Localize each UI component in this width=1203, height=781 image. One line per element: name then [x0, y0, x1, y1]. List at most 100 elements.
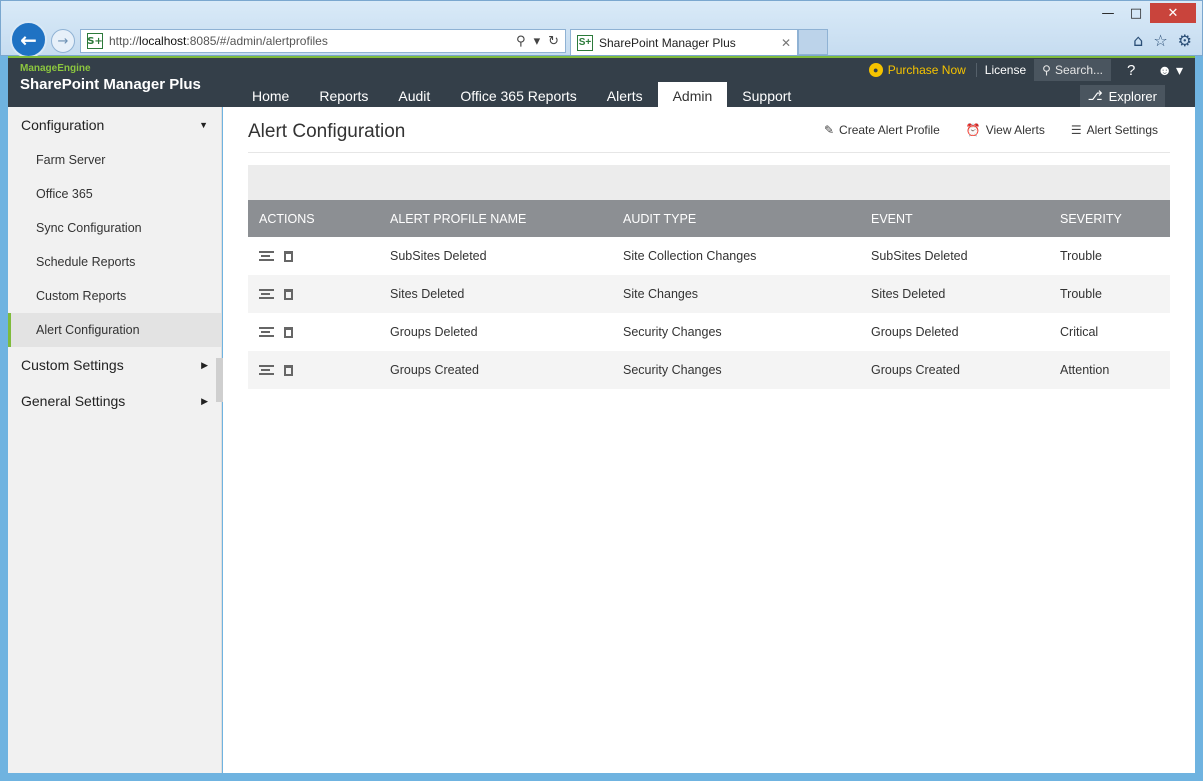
- nav-admin[interactable]: Admin: [657, 82, 728, 109]
- tab-title: SharePoint Manager Plus: [599, 35, 736, 50]
- column-header-audit-type[interactable]: AUDIT TYPE: [612, 200, 860, 237]
- cell-audit-type: Site Collection Changes: [623, 249, 757, 263]
- sidebar: Configuration ▼ Farm Server Office 365 S…: [8, 107, 222, 773]
- window-frame-bottom: [0, 773, 1203, 781]
- edit-icon[interactable]: [259, 251, 274, 261]
- favorites-star-icon[interactable]: ☆: [1153, 31, 1167, 50]
- sidebar-item-custom-reports[interactable]: Custom Reports: [8, 279, 221, 313]
- cell-alert-profile-name: Sites Deleted: [379, 275, 612, 313]
- alert-settings-link[interactable]: ☰ Alert Settings: [1071, 123, 1158, 137]
- license-link[interactable]: License: [975, 63, 1034, 77]
- address-bar[interactable]: S+ http://localhost:8085/#/admin/alertpr…: [80, 29, 566, 53]
- delete-icon[interactable]: [284, 364, 293, 376]
- main-content: Alert Configuration ✎ Create Alert Profil…: [223, 107, 1195, 773]
- product-name[interactable]: SharePoint Manager Plus: [20, 76, 201, 93]
- sidebar-group-configuration[interactable]: Configuration ▼: [8, 107, 221, 143]
- nav-support[interactable]: Support: [727, 82, 806, 109]
- column-header-alert-profile-name[interactable]: ALERT PROFILE NAME: [379, 200, 612, 237]
- sharepoint-favicon-icon: S+: [87, 33, 103, 49]
- browser-tab[interactable]: S+ SharePoint Manager Plus ✕: [570, 29, 798, 55]
- view-alerts-link[interactable]: ⏰ View Alerts: [966, 123, 1045, 137]
- cell-audit-type: Security Changes: [623, 325, 722, 339]
- sidebar-group-custom-settings[interactable]: Custom Settings ▶: [8, 347, 221, 383]
- table-row: SubSites Deleted Site Collection Changes…: [248, 237, 1170, 275]
- sidebar-group-general-settings[interactable]: General Settings ▶: [8, 383, 221, 419]
- create-icon: ✎: [823, 123, 835, 137]
- sidebar-item-schedule-reports[interactable]: Schedule Reports: [8, 245, 221, 279]
- column-header-actions: ACTIONS: [248, 200, 379, 237]
- nav-audit[interactable]: Audit: [383, 82, 445, 109]
- cell-alert-profile-name: Groups Deleted: [390, 325, 478, 339]
- column-header-severity[interactable]: SEVERITY: [1049, 200, 1170, 237]
- cell-event: SubSites Deleted: [871, 249, 968, 263]
- purchase-now-link[interactable]: ● Purchase Now: [859, 63, 976, 77]
- title-divider: [248, 152, 1170, 153]
- settings-list-icon: ☰: [1070, 123, 1082, 137]
- tab-close-icon[interactable]: ✕: [781, 36, 791, 50]
- table-row: Groups Deleted Security Changes Groups D…: [248, 313, 1170, 351]
- cell-severity: Trouble: [1060, 249, 1102, 263]
- app-header: ManageEngine SharePoint Manager Plus ● Pu…: [8, 56, 1195, 109]
- edit-icon[interactable]: [259, 327, 274, 337]
- edit-icon[interactable]: [259, 365, 274, 375]
- delete-icon[interactable]: [284, 288, 293, 300]
- delete-icon[interactable]: [284, 250, 293, 262]
- sidebar-item-alert-configuration[interactable]: Alert Configuration: [8, 313, 221, 347]
- delete-icon[interactable]: [284, 326, 293, 338]
- nav-office365-reports[interactable]: Office 365 Reports: [445, 82, 591, 109]
- refresh-icon[interactable]: ↻: [548, 34, 559, 49]
- caret-down-icon: ▼: [199, 120, 208, 130]
- sidebar-item-farm-server[interactable]: Farm Server: [8, 143, 221, 177]
- new-tab-button[interactable]: [798, 29, 828, 55]
- cell-severity: Attention: [1049, 351, 1170, 389]
- forward-arrow-icon[interactable]: →: [51, 29, 75, 53]
- explorer-button[interactable]: ⎇ Explorer: [1079, 85, 1165, 107]
- sidebar-item-sync-configuration[interactable]: Sync Configuration: [8, 211, 221, 245]
- maximize-icon[interactable]: □: [1122, 3, 1150, 23]
- edit-icon[interactable]: [259, 289, 274, 299]
- sharepoint-favicon-icon: S+: [577, 34, 593, 51]
- cell-severity: Trouble: [1049, 275, 1170, 313]
- back-arrow-icon[interactable]: ←: [10, 21, 47, 58]
- sidebar-item-office-365[interactable]: Office 365: [8, 177, 221, 211]
- user-menu-icon[interactable]: ☻ ▾: [1151, 62, 1195, 79]
- help-icon[interactable]: ?: [1111, 62, 1151, 79]
- column-header-event[interactable]: EVENT: [860, 200, 1049, 237]
- table-row: Groups Created Security Changes Groups C…: [248, 351, 1170, 389]
- minimize-icon[interactable]: —: [1094, 3, 1122, 23]
- home-icon[interactable]: ⌂: [1133, 31, 1143, 50]
- caret-right-icon: ▶: [201, 395, 208, 406]
- page-actions: ✎ Create Alert Profile ⏰ View Alerts ☰ Aler…: [824, 123, 1158, 137]
- cell-alert-profile-name: SubSites Deleted: [390, 249, 487, 263]
- cell-event: Sites Deleted: [860, 275, 1049, 313]
- alert-profiles-table: ACTIONS ALERT PROFILE NAME AUDIT TYPE EV…: [248, 200, 1170, 389]
- nav-alerts[interactable]: Alerts: [592, 82, 658, 109]
- search-input[interactable]: ⚲ Search...: [1034, 59, 1111, 81]
- main-nav: Home Reports Audit Office 365 Reports Al…: [237, 82, 806, 109]
- cell-severity: Critical: [1060, 325, 1099, 339]
- page-title: Alert Configuration: [248, 121, 406, 142]
- nav-home[interactable]: Home: [237, 82, 304, 109]
- cell-alert-profile-name: Groups Created: [379, 351, 612, 389]
- dropdown-icon[interactable]: ▾: [534, 34, 541, 49]
- url-text[interactable]: http://localhost:8085/#/admin/alertprofi…: [109, 34, 516, 48]
- cell-audit-type: Site Changes: [612, 275, 860, 313]
- table-toolbar: [248, 165, 1170, 200]
- cell-event: Groups Created: [860, 351, 1049, 389]
- search-icon[interactable]: ⚲: [516, 34, 526, 49]
- nav-reports[interactable]: Reports: [304, 82, 383, 109]
- settings-gear-icon[interactable]: ⚙: [1178, 31, 1192, 50]
- close-icon[interactable]: ✕: [1150, 3, 1196, 23]
- alarm-clock-icon: ⏰: [965, 123, 981, 137]
- create-alert-profile-link[interactable]: ✎ Create Alert Profile: [824, 123, 940, 137]
- cart-icon: ●: [868, 63, 883, 77]
- table-row: Sites Deleted Site Changes Sites Deleted…: [248, 275, 1170, 313]
- search-icon: ⚲: [1042, 63, 1051, 77]
- cell-event: Groups Deleted: [871, 325, 959, 339]
- sitemap-icon: ⎇: [1087, 88, 1103, 103]
- top-utility-bar: ● Purchase Now License ⚲ Search... ? ☻ ▾: [859, 58, 1195, 82]
- table-header-row: ACTIONS ALERT PROFILE NAME AUDIT TYPE EV…: [248, 200, 1170, 237]
- sidebar-collapse-handle[interactable]: [216, 358, 223, 402]
- window-controls: — □ ✕: [1094, 3, 1196, 23]
- vendor-logo: ManageEngine: [20, 63, 91, 74]
